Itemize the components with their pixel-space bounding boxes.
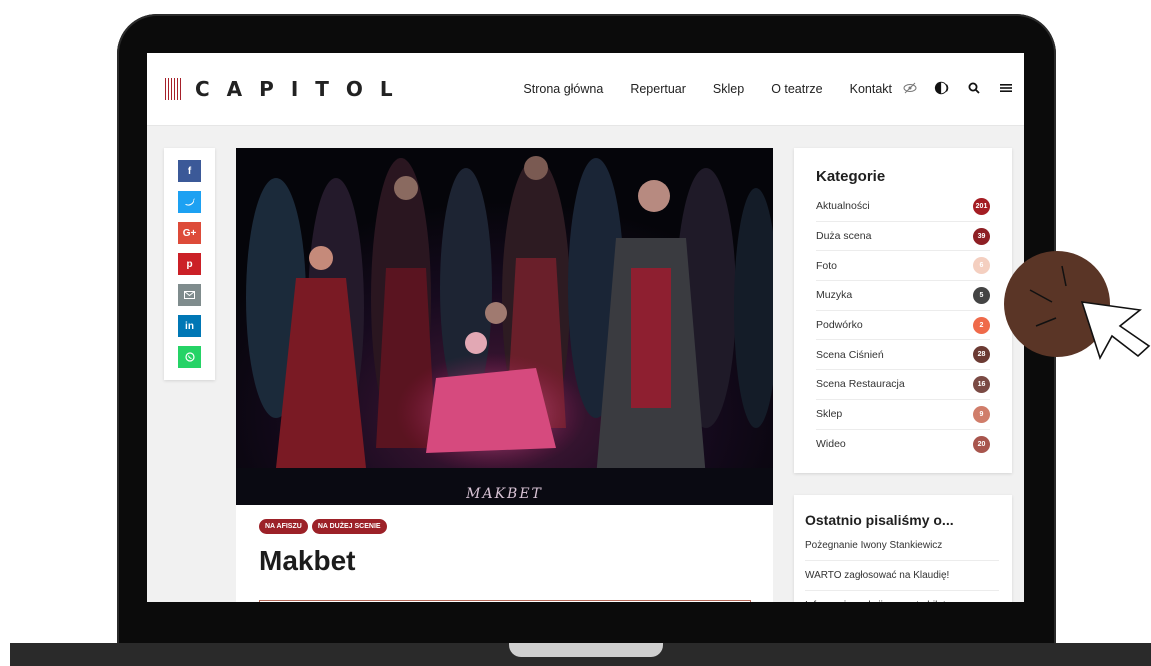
google-plus-icon[interactable]: G+ <box>178 222 201 244</box>
category-item[interactable]: Wideo 20 <box>816 430 990 460</box>
categories-widget: Kategorie Aktualności 201 Duża scena 39 … <box>794 148 1012 473</box>
share-column: f G+ p in <box>164 148 215 380</box>
site-logo[interactable]: CAPITOL <box>165 77 410 101</box>
tag-na-duzej-scenie[interactable]: NA DUŻEJ SCENIE <box>311 519 387 534</box>
article-card: MAKBET NA AFISZU NA DUŻEJ SCENIE Makbet <box>236 148 773 602</box>
nav-home[interactable]: Strona główna <box>523 82 603 96</box>
twitter-icon[interactable] <box>178 191 201 213</box>
category-item[interactable]: Scena Restauracja 16 <box>816 370 990 400</box>
tag-list: NA AFISZU NA DUŻEJ SCENIE <box>259 519 387 534</box>
audio-icon[interactable] <box>934 80 950 96</box>
header-icons <box>902 80 1014 96</box>
category-count-badge: 28 <box>973 346 990 364</box>
category-item[interactable]: Foto 6 <box>816 251 990 282</box>
logo-bars-icon <box>165 78 181 100</box>
logo-text: CAPITOL <box>195 77 410 101</box>
category-label: Sklep <box>816 408 843 421</box>
recent-posts-list: Pożegnanie Iwony Stankiewicz WARTO zagło… <box>805 531 999 602</box>
category-count-badge: 201 <box>973 197 990 215</box>
category-label: Duża scena <box>816 230 872 243</box>
category-item[interactable]: Muzyka 5 <box>816 281 990 311</box>
nav-about[interactable]: O teatrze <box>771 82 822 96</box>
category-label: Wideo <box>816 438 846 451</box>
category-label: Aktualności <box>816 200 870 213</box>
category-label: Foto <box>816 259 838 272</box>
whatsapp-icon[interactable] <box>178 346 201 368</box>
category-count-badge: 6 <box>973 257 990 275</box>
category-item[interactable]: Sklep 9 <box>816 400 990 430</box>
linkedin-icon[interactable]: in <box>178 315 201 337</box>
recent-post-link[interactable]: Pożegnanie Iwony Stankiewicz <box>805 531 999 561</box>
menu-icon[interactable] <box>998 80 1014 96</box>
category-list: Aktualności 201 Duża scena 39 Foto 6 Muz… <box>816 192 990 459</box>
category-label: Scena Ciśnień <box>816 348 884 361</box>
article-title: Makbet <box>259 545 356 576</box>
category-item[interactable]: Duża scena 39 <box>816 222 990 252</box>
search-icon[interactable] <box>966 80 982 96</box>
category-item[interactable]: Podwórko 2 <box>816 311 990 341</box>
laptop-notch <box>509 643 663 657</box>
nav-contact[interactable]: Kontakt <box>850 82 892 96</box>
category-label: Podwórko <box>816 319 863 332</box>
category-count-badge: 20 <box>973 435 990 453</box>
category-count-badge: 5 <box>973 286 990 304</box>
browser-screen: CAPITOL Strona główna Repertuar Sklep O … <box>147 53 1024 602</box>
recent-posts-widget: Ostatnio pisaliśmy o... Pożegnanie Iwony… <box>794 495 1012 602</box>
category-item[interactable]: Scena Ciśnień 28 <box>816 340 990 371</box>
hero-caption: MAKBET <box>466 486 543 502</box>
category-count-badge: 16 <box>973 375 990 393</box>
category-count-badge: 39 <box>973 227 990 245</box>
pinterest-icon[interactable]: p <box>178 253 201 275</box>
category-count-badge: 2 <box>973 316 990 334</box>
category-label: Muzyka <box>816 289 853 302</box>
eye-off-icon[interactable] <box>902 80 918 96</box>
categories-title: Kategorie <box>816 168 886 185</box>
category-item[interactable]: Aktualności 201 <box>816 192 990 222</box>
category-label: Scena Restauracja <box>816 378 905 391</box>
tag-na-afiszu[interactable]: NA AFISZU <box>259 519 308 534</box>
nav-repertoire[interactable]: Repertuar <box>630 82 686 96</box>
email-icon[interactable] <box>178 284 201 306</box>
category-count-badge: 9 <box>973 405 990 423</box>
article-content-box <box>259 600 751 602</box>
nav-shop[interactable]: Sklep <box>713 82 744 96</box>
recent-post-link[interactable]: WARTO zagłosować na Klaudię! <box>805 561 999 591</box>
recent-post-link[interactable]: Informacja o akcji prezentu bilet <box>805 591 999 602</box>
main-nav: Strona główna Repertuar Sklep O teatrze … <box>523 82 892 96</box>
cursor-click-icon <box>1004 251 1151 361</box>
site-header: CAPITOL Strona główna Repertuar Sklep O … <box>147 53 1024 126</box>
facebook-icon[interactable]: f <box>178 160 201 182</box>
recent-posts-title: Ostatnio pisaliśmy o... <box>805 512 954 528</box>
article-hero-image[interactable]: MAKBET <box>236 148 773 505</box>
